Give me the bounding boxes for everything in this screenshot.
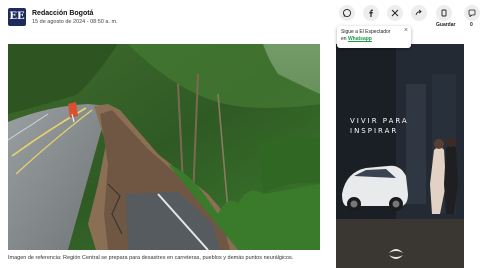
car-ad-image — [336, 44, 464, 268]
share-icon — [415, 9, 422, 16]
facebook-icon — [369, 9, 373, 17]
save-button[interactable] — [436, 5, 452, 21]
sidebar-advertisement[interactable]: VIVIR PARA INSPIRAR — [336, 44, 464, 268]
comment-icon — [468, 9, 476, 18]
author-bar: EE Redacción Bogotá 15 de agosto de 2024… — [8, 6, 118, 28]
save-label: Guardar — [436, 22, 456, 28]
publish-date: 15 de agosto de 2024 - 08:50 a. m. — [32, 18, 118, 25]
author-info: Redacción Bogotá 15 de agosto de 2024 - … — [32, 9, 118, 26]
popup-prefix: en — [341, 36, 348, 42]
popup-text-line2: en Whatsapp — [341, 36, 407, 43]
close-icon[interactable]: × — [404, 27, 408, 35]
ad-headline: VIVIR PARA INSPIRAR — [350, 116, 409, 136]
author-avatar[interactable]: EE — [8, 8, 26, 26]
x-icon — [391, 9, 399, 17]
whatsapp-icon — [342, 8, 352, 18]
bookmark-icon — [441, 9, 447, 17]
landslide-road-image — [8, 44, 320, 250]
share-button[interactable] — [411, 5, 427, 21]
x-share-button[interactable] — [387, 5, 403, 21]
comment-count: 0 — [470, 22, 473, 28]
ad-headline-line2: INSPIRAR — [350, 127, 399, 135]
photo-caption: Imagen de referencia: Región Central se … — [8, 255, 294, 261]
facebook-share-button[interactable] — [363, 5, 379, 21]
whatsapp-share-button[interactable] — [339, 5, 355, 21]
avatar-logo-text: EE — [9, 11, 25, 22]
whatsapp-link[interactable]: Whatsapp — [348, 36, 372, 42]
author-name-link[interactable]: Redacción Bogotá — [32, 9, 118, 18]
article-photo — [8, 44, 320, 250]
ad-headline-line1: VIVIR PARA — [350, 117, 409, 125]
whatsapp-follow-popup[interactable]: Sigue a El Espectador en Whatsapp × — [337, 26, 411, 48]
comments-button[interactable] — [464, 5, 480, 21]
popup-text: Sigue a El Espectador — [341, 29, 391, 35]
